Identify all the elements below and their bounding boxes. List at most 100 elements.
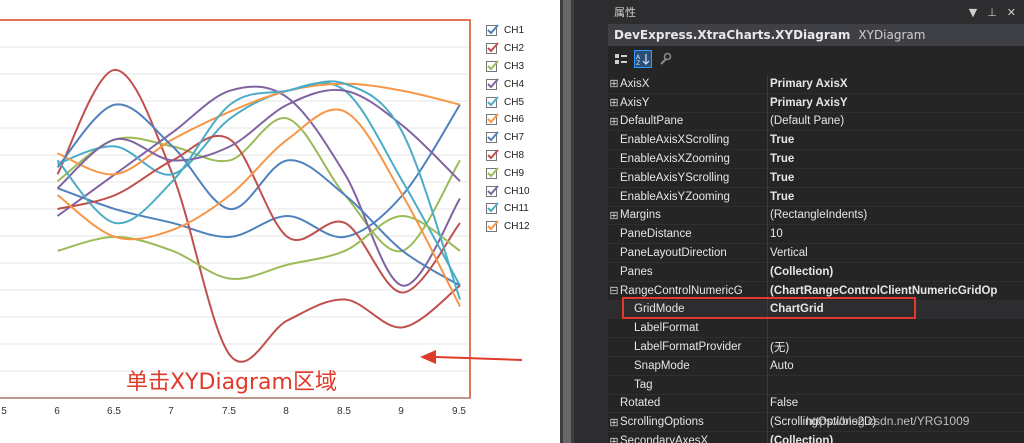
series-line-ch7[interactable] (56, 103, 461, 287)
legend-item[interactable]: CH10 (486, 182, 556, 200)
expand-icon[interactable]: ⊞ (608, 77, 620, 90)
property-name: SecondaryAxesX (620, 435, 709, 443)
checkbox-icon[interactable] (486, 24, 499, 37)
vertical-scrollbar[interactable] (560, 0, 574, 443)
property-row-tag[interactable]: Tag (608, 376, 1024, 395)
object-type: XYDiagram (858, 28, 926, 42)
legend-label: CH11 (504, 203, 529, 215)
property-row-panedistance[interactable]: PaneDistance 10 (608, 225, 1024, 245)
property-row-defaultpane[interactable]: ⊞ DefaultPane (Default Pane) (608, 113, 1024, 132)
property-value[interactable]: Primary AxisX (770, 78, 1024, 90)
properties-title: 属性 (614, 6, 636, 19)
checkbox-icon[interactable] (486, 95, 499, 108)
legend-item[interactable]: CH7 (486, 129, 556, 147)
property-value[interactable]: (Collection) (770, 435, 1024, 443)
property-value[interactable]: (Collection) (770, 266, 1024, 278)
series-line-ch8[interactable] (57, 134, 461, 294)
property-row-enableaxisyzooming[interactable]: EnableAxisYZooming True (608, 188, 1024, 207)
legend-label: CH3 (504, 60, 525, 72)
property-name: AxisY (620, 96, 650, 109)
legend-item[interactable]: CH12 (486, 218, 556, 236)
svg-text:Z: Z (636, 60, 640, 66)
property-row-secondaryaxesx[interactable]: ⊞ SecondaryAxesX (Collection) (608, 432, 1024, 443)
property-value[interactable]: False (770, 397, 1024, 409)
x-tick-label: 5 (1, 406, 7, 417)
series-line-ch5[interactable] (57, 81, 461, 287)
legend-item[interactable]: CH3 (486, 58, 556, 76)
property-name: Tag (634, 378, 653, 391)
legend-label: CH2 (504, 43, 525, 55)
object-selector[interactable]: DevExpress.XtraCharts.XYDiagram XYDiagra… (608, 24, 1024, 46)
property-grid[interactable]: ⊞ AxisX Primary AxisX ⊞ AxisY Primary AxisY ⊞ D… (608, 75, 1024, 443)
property-row-panelayoutdirection[interactable]: PaneLayoutDirection Vertical (608, 244, 1024, 263)
property-name: LabelFormatProvider (634, 341, 742, 354)
property-value[interactable]: Auto (770, 360, 1024, 372)
property-row-margins[interactable]: ⊞ Margins (RectangleIndents) (608, 207, 1024, 226)
checkbox-icon[interactable] (486, 78, 499, 90)
property-value[interactable]: Primary AxisY (770, 97, 1024, 109)
checkbox-icon[interactable] (486, 167, 499, 179)
property-row-axisy[interactable]: ⊞ AxisY Primary AxisY (608, 94, 1024, 113)
expand-icon[interactable]: ⊞ (608, 435, 620, 443)
checkbox-icon[interactable] (486, 202, 499, 215)
property-value[interactable]: (无) (770, 339, 1024, 355)
property-row-panes[interactable]: Panes (Collection) (608, 263, 1024, 282)
categorized-icon[interactable] (612, 50, 630, 68)
checkbox-icon[interactable] (486, 131, 499, 144)
wrench-icon[interactable] (656, 50, 674, 68)
chart-designer-pane[interactable]: CH1 CH2 CH3 CH4 CH5 CH6 CH7 CH8 CH9 CH10 CH11 CH12 … (0, 0, 560, 443)
expand-icon[interactable]: ⊞ (608, 209, 620, 222)
checkbox-icon[interactable] (486, 113, 499, 126)
property-name: Panes (620, 265, 653, 278)
checkbox-icon[interactable] (486, 42, 499, 55)
property-value[interactable]: (Default Pane) (770, 115, 1024, 127)
property-value[interactable]: True (770, 191, 1024, 203)
property-row-rotated[interactable]: Rotated False (608, 395, 1024, 414)
splitter[interactable] (574, 0, 608, 443)
expand-icon[interactable]: ⊞ (608, 96, 620, 109)
property-row-snapmode[interactable]: SnapMode Auto (608, 357, 1024, 376)
legend-item[interactable]: CH2 (486, 40, 556, 58)
property-value[interactable]: 10 (770, 228, 1024, 240)
property-row-labelformatprovider[interactable]: LabelFormatProvider (无) (608, 338, 1024, 357)
property-name: DefaultPane (620, 115, 684, 128)
property-value[interactable]: (RectangleIndents) (770, 209, 1024, 221)
legend-item[interactable]: CH11 (486, 200, 556, 218)
checkbox-icon[interactable] (486, 149, 499, 161)
property-value[interactable]: True (770, 153, 1024, 165)
expand-icon[interactable]: ⊞ (608, 416, 620, 429)
checkbox-icon[interactable] (486, 184, 499, 197)
legend-label: CH5 (504, 96, 525, 108)
property-value[interactable]: True (770, 172, 1024, 184)
close-icon[interactable]: ✕ (1007, 6, 1016, 19)
property-row-enableaxisxscrolling[interactable]: EnableAxisXScrolling True (608, 131, 1024, 151)
expand-icon[interactable]: ⊞ (608, 115, 620, 128)
checkbox-icon[interactable] (486, 220, 499, 233)
legend-item[interactable]: CH5 (486, 93, 556, 111)
legend-item[interactable]: CH6 (486, 111, 556, 129)
x-tick-label: 7 (168, 406, 174, 417)
property-value[interactable]: True (770, 134, 1024, 146)
property-row-enableaxisxzooming[interactable]: EnableAxisXZooming True (608, 150, 1024, 169)
legend-item[interactable]: CH8 (486, 147, 556, 165)
dropdown-icon[interactable]: ▼ (969, 6, 977, 19)
collapse-icon[interactable]: ⊟ (608, 284, 620, 297)
property-name: SnapMode (634, 359, 690, 372)
checkbox-icon[interactable] (486, 60, 499, 72)
property-row-enableaxisyscrolling[interactable]: EnableAxisYScrolling True (608, 169, 1024, 188)
property-value[interactable]: Vertical (770, 247, 1024, 259)
legend-label: CH6 (504, 114, 525, 126)
property-name: Margins (620, 209, 661, 222)
legend-item[interactable]: CH1 (486, 22, 556, 40)
property-row-labelformat[interactable]: LabelFormat (608, 319, 1024, 339)
scrollbar-thumb[interactable] (563, 0, 571, 443)
watermark: https://blog.csdn.net/YRG1009 (806, 414, 970, 428)
property-name: LabelFormat (634, 322, 699, 335)
pin-icon[interactable]: ⊥ (987, 6, 997, 19)
property-value[interactable]: (ChartRangeControlClientNumericGridOp (770, 285, 1024, 297)
alphabetical-icon[interactable]: AZ (634, 50, 652, 68)
property-row-axisx[interactable]: ⊞ AxisX Primary AxisX (608, 75, 1024, 94)
legend-item[interactable]: CH4 (486, 75, 556, 93)
x-tick-label: 8.5 (337, 406, 351, 417)
legend-item[interactable]: CH9 (486, 164, 556, 182)
